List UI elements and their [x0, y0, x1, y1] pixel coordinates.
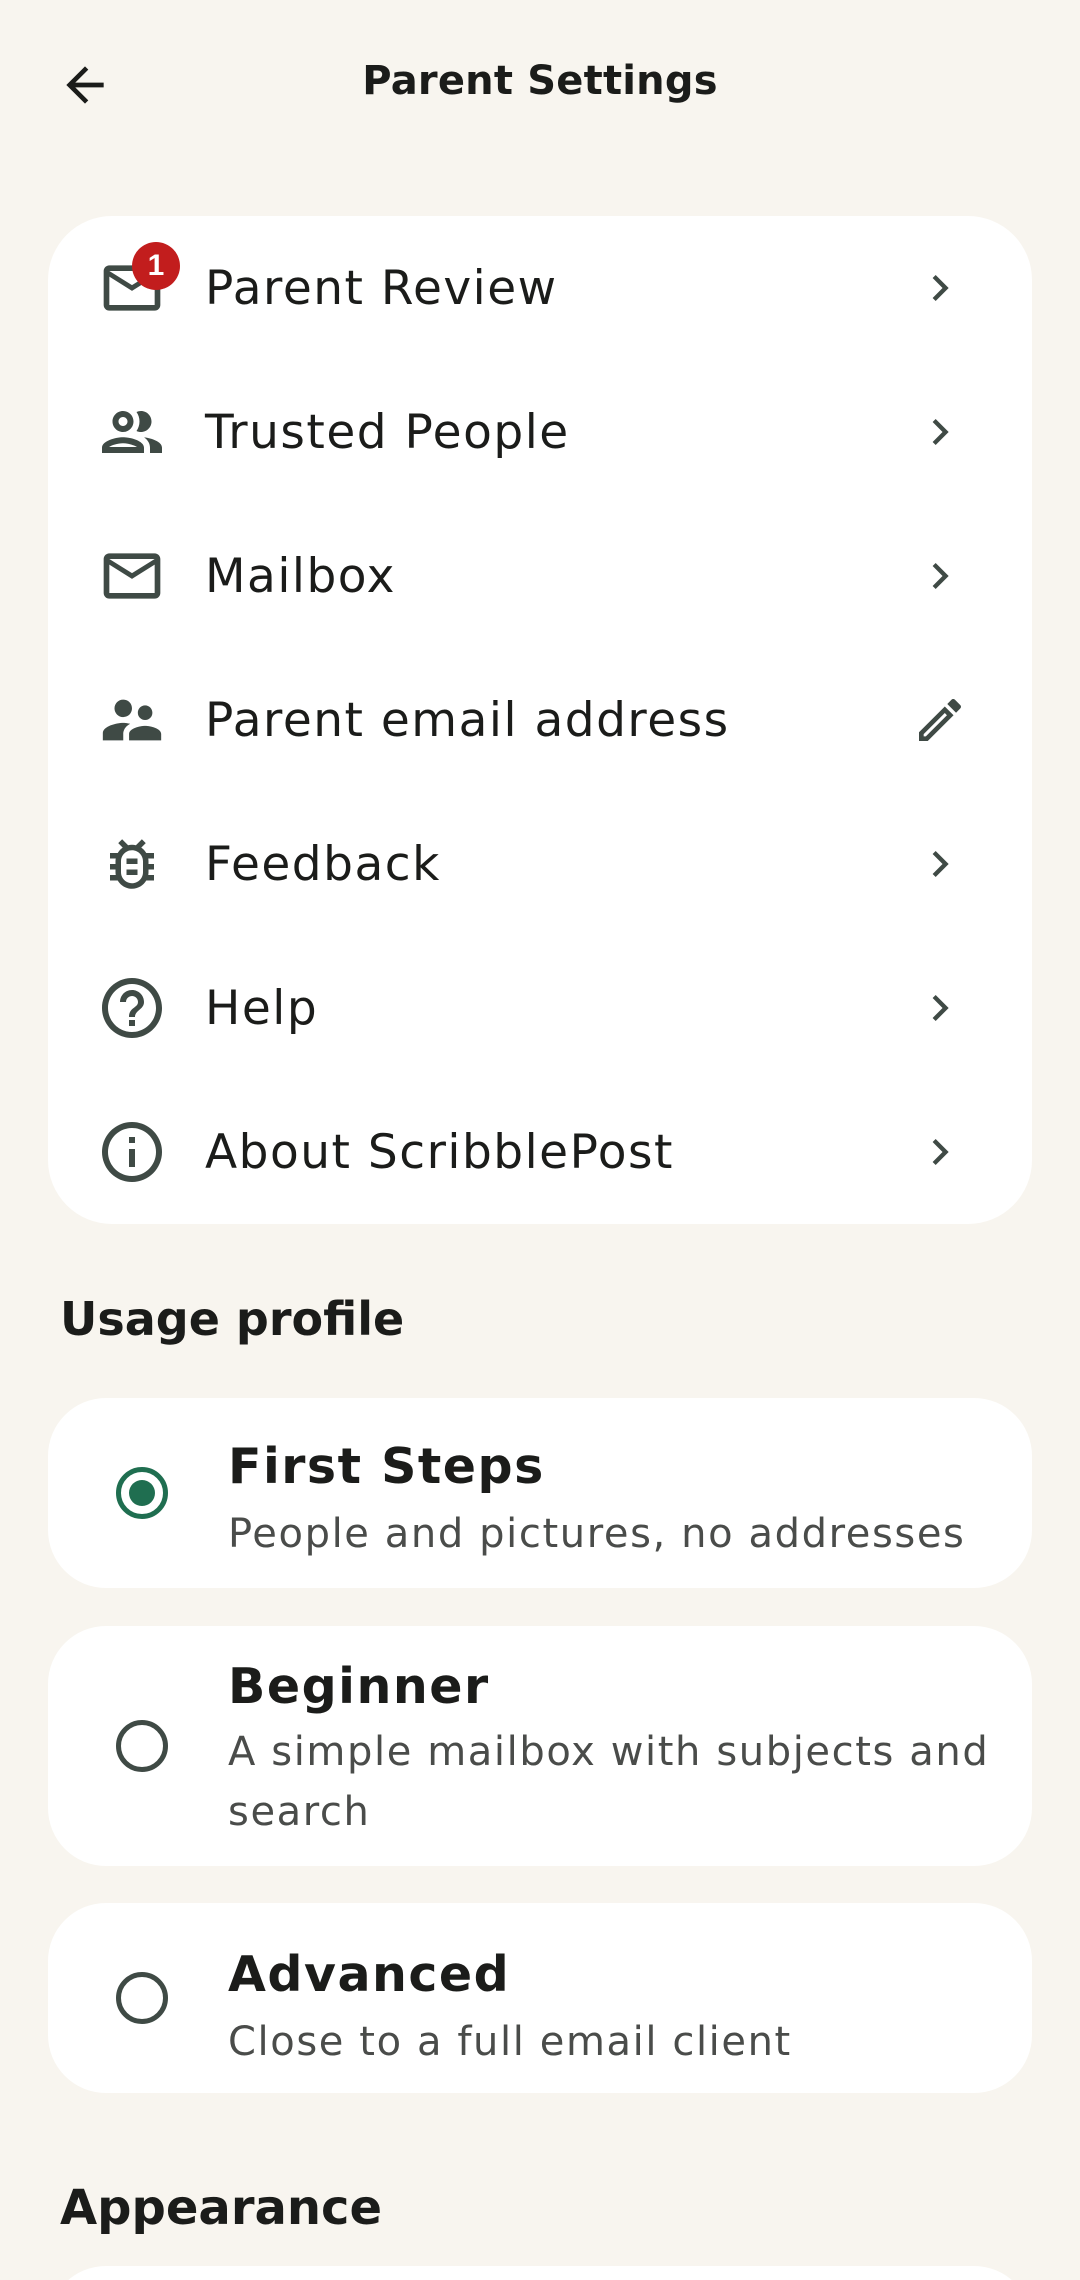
parent-settings-screen: Parent Settings 1 Parent Review Trusted … [0, 0, 1080, 2280]
profile-option-first-steps[interactable]: First Steps People and pictures, no addr… [48, 1398, 1032, 1588]
help-circle-icon [96, 972, 168, 1044]
appearance-card [48, 2266, 1032, 2280]
appearance-heading: Appearance [60, 2180, 383, 2236]
bug-icon [96, 828, 168, 900]
settings-item-label: Parent Review [205, 260, 558, 316]
profile-option-advanced[interactable]: Advanced Close to a full email client [48, 1903, 1032, 2093]
supervisor-account-icon [96, 684, 168, 756]
settings-item-label: Trusted People [205, 404, 570, 460]
chevron-right-icon [912, 1124, 968, 1180]
page-title: Parent Settings [362, 58, 718, 104]
edit-pencil-icon[interactable] [912, 692, 968, 748]
profile-option-description: Close to a full email client [228, 2019, 792, 2065]
radio-button-selected[interactable] [116, 1467, 168, 1519]
settings-list-card: 1 Parent Review Trusted People Mailbox P… [48, 216, 1032, 1224]
settings-item-label: Parent email address [205, 692, 730, 748]
people-icon [96, 396, 168, 468]
settings-item-parent-review[interactable]: 1 Parent Review [48, 216, 1032, 360]
settings-item-parent-email[interactable]: Parent email address [48, 648, 1032, 792]
settings-item-about[interactable]: About ScribblePost [48, 1080, 1032, 1224]
profile-option-description: A simple mailbox with subjects and searc… [228, 1729, 990, 1835]
usage-profile-heading: Usage profile [60, 1292, 405, 1346]
top-app-bar: Parent Settings [0, 0, 1080, 172]
info-circle-icon [96, 1116, 168, 1188]
chevron-right-icon [912, 404, 968, 460]
settings-item-feedback[interactable]: Feedback [48, 792, 1032, 936]
chevron-right-icon [912, 260, 968, 316]
mail-icon [96, 540, 168, 612]
settings-item-mailbox[interactable]: Mailbox [48, 504, 1032, 648]
profile-option-beginner[interactable]: Beginner A simple mailbox with subjects … [48, 1626, 1032, 1866]
settings-item-label: Mailbox [205, 548, 396, 604]
settings-item-label: Feedback [205, 836, 441, 892]
settings-item-help[interactable]: Help [48, 936, 1032, 1080]
chevron-right-icon [912, 980, 968, 1036]
settings-item-label: Help [205, 980, 319, 1036]
profile-option-title: First Steps [228, 1438, 545, 1495]
notification-badge: 1 [132, 242, 180, 290]
settings-item-trusted-people[interactable]: Trusted People [48, 360, 1032, 504]
chevron-right-icon [912, 548, 968, 604]
radio-button[interactable] [116, 1972, 168, 2024]
profile-option-title: Advanced [228, 1946, 511, 2003]
profile-option-description: People and pictures, no addresses [228, 1511, 966, 1557]
chevron-right-icon [912, 836, 968, 892]
radio-button[interactable] [116, 1720, 168, 1772]
profile-option-title: Beginner [228, 1658, 490, 1715]
settings-item-label: About ScribblePost [205, 1124, 674, 1180]
